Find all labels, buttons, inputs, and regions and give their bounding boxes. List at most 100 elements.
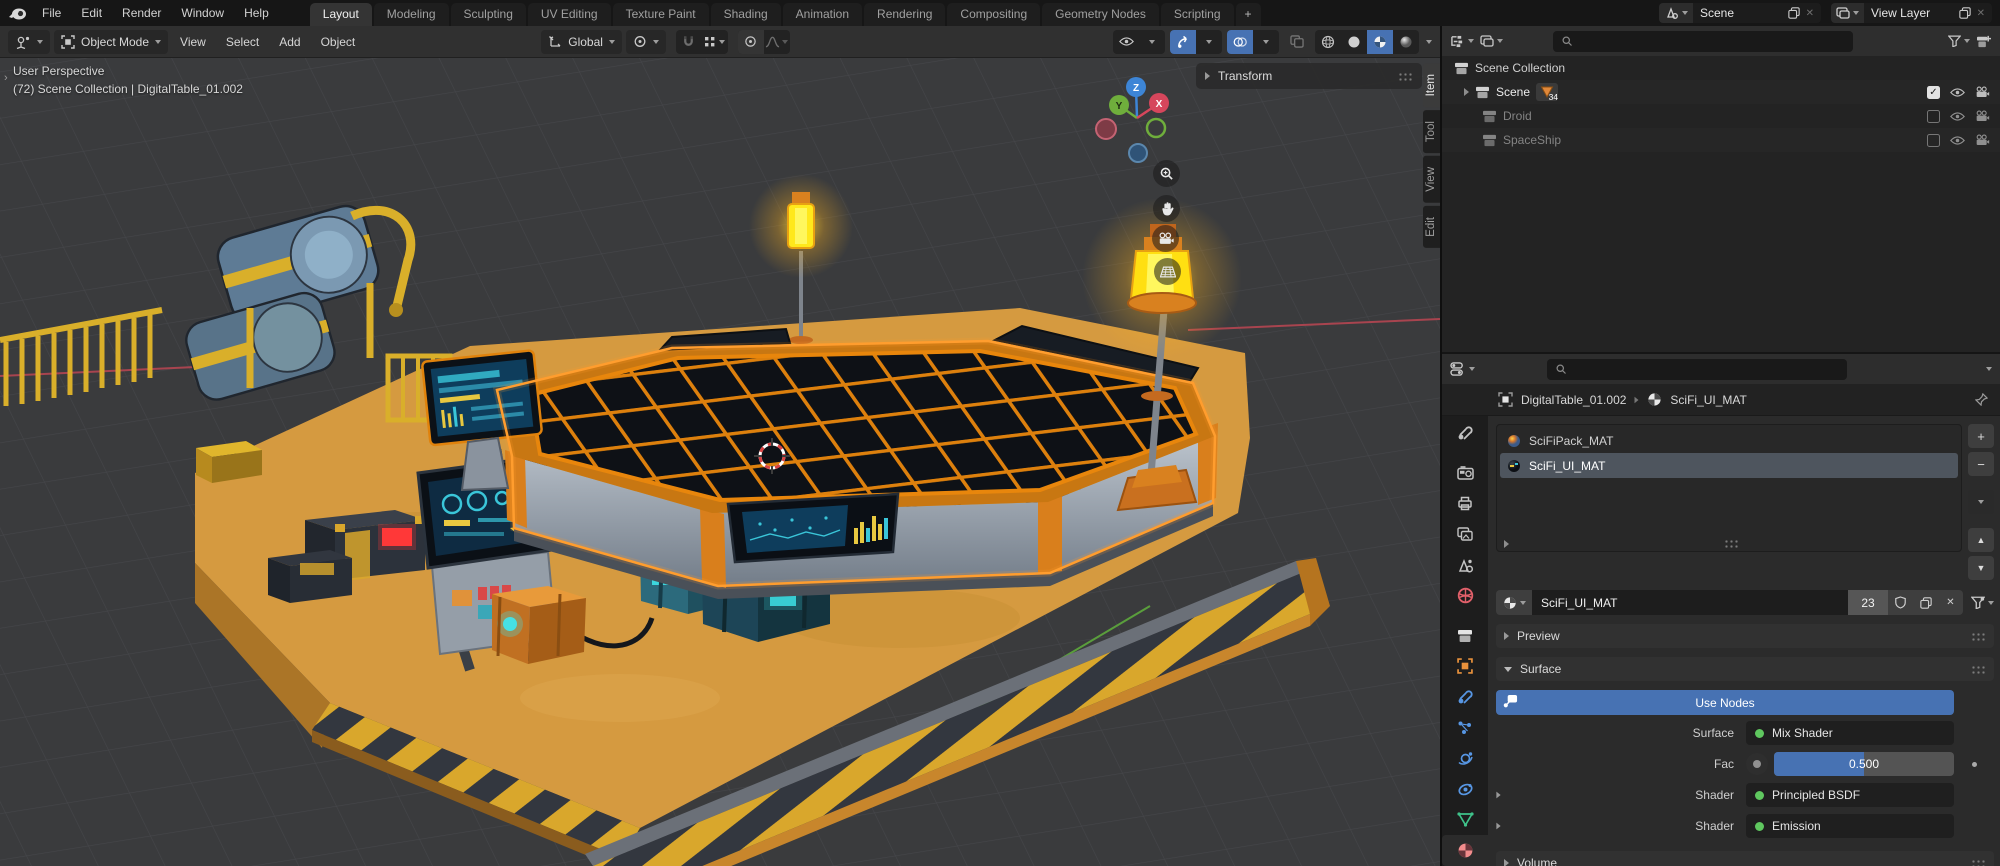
- proportional-editing-toggle[interactable]: [738, 30, 764, 54]
- animate-decorator[interactable]: [1954, 762, 1994, 767]
- chevron-down-icon[interactable]: [1253, 30, 1279, 54]
- selectability-checkbox[interactable]: [1927, 134, 1940, 147]
- expand-icon[interactable]: [1504, 540, 1509, 548]
- tab-tool[interactable]: [1442, 418, 1488, 449]
- pin-icon[interactable]: [1975, 393, 1988, 406]
- tab-shading[interactable]: Shading: [711, 3, 781, 26]
- drag-dots-icon[interactable]: [1724, 539, 1739, 548]
- selectability-checkbox[interactable]: [1927, 110, 1940, 123]
- expand-icon[interactable]: [1496, 823, 1500, 830]
- tab-collection[interactable]: [1442, 620, 1488, 651]
- snap-settings-button[interactable]: [702, 30, 728, 54]
- remove-slot-button[interactable]: −: [1968, 452, 1994, 476]
- scene-name-field[interactable]: Scene ✕: [1693, 3, 1821, 23]
- tab-rendering[interactable]: Rendering: [864, 3, 945, 26]
- render-visibility-camera-icon[interactable]: [1975, 86, 1990, 98]
- hide-eye-icon[interactable]: [1950, 135, 1965, 146]
- render-visibility-camera-icon[interactable]: [1975, 110, 1990, 122]
- menu-window[interactable]: Window: [172, 4, 233, 22]
- tab-animation[interactable]: Animation: [783, 3, 862, 26]
- show-gizmo-toggle[interactable]: [1170, 30, 1196, 54]
- material-users-count[interactable]: 23: [1848, 590, 1888, 615]
- tab-material[interactable]: [1442, 835, 1488, 866]
- new-collection-button[interactable]: [1976, 34, 1992, 48]
- tab-output[interactable]: [1442, 488, 1488, 519]
- sidebar-tab-tool[interactable]: Tool: [1423, 110, 1440, 153]
- tab-scripting[interactable]: Scripting: [1161, 3, 1234, 26]
- menu-help[interactable]: Help: [235, 4, 278, 22]
- fac-slider[interactable]: 0.500: [1774, 752, 1954, 776]
- breadcrumb-object[interactable]: DigitalTable_01.002: [1521, 393, 1626, 407]
- properties-search-input[interactable]: [1547, 359, 1847, 380]
- move-slot-up-button[interactable]: ▲: [1968, 528, 1994, 552]
- menu-edit[interactable]: Edit: [72, 4, 111, 22]
- tab-world[interactable]: [1442, 581, 1488, 612]
- tab-scene[interactable]: [1442, 550, 1488, 581]
- unlink-material-icon[interactable]: ✕: [1938, 590, 1963, 615]
- outliner-filter-mode-button[interactable]: [1480, 35, 1503, 47]
- view-layer-browse-button[interactable]: [1831, 3, 1864, 23]
- pan-hand-button[interactable]: [1153, 195, 1180, 222]
- material-name-input[interactable]: SciFi_UI_MAT: [1532, 590, 1848, 615]
- render-visibility-camera-icon[interactable]: [1975, 134, 1990, 146]
- fake-user-shield-icon[interactable]: [1888, 590, 1913, 615]
- scene-browse-button[interactable]: [1659, 3, 1693, 23]
- material-filter-button[interactable]: [1971, 596, 1994, 609]
- outliner-filter-button[interactable]: [1948, 35, 1970, 47]
- zoom-button[interactable]: [1153, 160, 1180, 187]
- surface-shader-field[interactable]: Mix Shader: [1746, 721, 1954, 745]
- transform-orientation-selector[interactable]: Global: [541, 30, 622, 54]
- tab-uv-editing[interactable]: UV Editing: [528, 3, 611, 26]
- shader1-field[interactable]: Principled BSDF: [1746, 783, 1954, 807]
- menu-view[interactable]: View: [172, 32, 214, 52]
- copy-material-icon[interactable]: [1913, 590, 1938, 615]
- tab-physics[interactable]: [1442, 743, 1488, 774]
- properties-editor-type-button[interactable]: [1450, 362, 1475, 376]
- object-visibility-button[interactable]: [1113, 30, 1139, 54]
- surface-panel-header[interactable]: Surface: [1496, 657, 1994, 681]
- tab-view-layer[interactable]: [1442, 519, 1488, 550]
- tab-layout[interactable]: Layout: [310, 3, 372, 26]
- proportional-falloff-button[interactable]: [764, 30, 790, 54]
- outliner-search-input[interactable]: [1553, 31, 1853, 52]
- volume-panel-header[interactable]: Volume: [1496, 851, 1994, 866]
- selectability-checkbox[interactable]: ✓: [1927, 86, 1940, 99]
- perspective-toggle-button[interactable]: [1154, 258, 1181, 285]
- mode-selector[interactable]: Object Mode: [54, 30, 168, 54]
- shading-material-button[interactable]: [1367, 30, 1393, 54]
- tab-geometry-nodes[interactable]: Geometry Nodes: [1042, 3, 1159, 26]
- editor-type-button[interactable]: [8, 30, 50, 54]
- properties-options-button[interactable]: [1986, 367, 1992, 371]
- expand-icon[interactable]: [1496, 792, 1500, 799]
- add-slot-button[interactable]: +: [1968, 424, 1994, 448]
- remove-view-layer-icon[interactable]: ✕: [1977, 8, 1985, 19]
- new-view-layer-icon[interactable]: [1959, 7, 1971, 19]
- tab-constraints[interactable]: [1442, 774, 1488, 805]
- snap-toggle[interactable]: [676, 30, 702, 54]
- material-slot-scifi-ui[interactable]: SciFi_UI_MAT: [1500, 453, 1958, 478]
- tab-object[interactable]: [1442, 651, 1488, 682]
- breadcrumb-material[interactable]: SciFi_UI_MAT: [1670, 393, 1746, 407]
- show-overlays-toggle[interactable]: [1227, 30, 1253, 54]
- camera-view-button[interactable]: [1152, 225, 1179, 252]
- xray-toggle[interactable]: [1284, 30, 1310, 54]
- preview-panel-header[interactable]: Preview: [1496, 624, 1994, 648]
- slot-specials-button[interactable]: [1968, 490, 1994, 514]
- use-nodes-button[interactable]: Use Nodes: [1496, 690, 1954, 715]
- orange-crate[interactable]: [492, 586, 586, 664]
- shading-wireframe-button[interactable]: [1315, 30, 1341, 54]
- 3d-viewport[interactable]: User Perspective (72) Scene Collection |…: [0, 58, 1440, 866]
- chevron-down-icon[interactable]: [1426, 40, 1432, 44]
- tab-modeling[interactable]: Modeling: [374, 3, 449, 26]
- blender-logo-icon[interactable]: [8, 7, 27, 20]
- add-workspace-button[interactable]: +: [1236, 3, 1261, 26]
- shader2-field[interactable]: Emission: [1746, 814, 1954, 838]
- outliner-row-scene-collection[interactable]: Scene Collection: [1442, 56, 2000, 80]
- expand-icon[interactable]: [1464, 88, 1469, 96]
- menu-render[interactable]: Render: [113, 4, 170, 22]
- viewport-scene[interactable]: [0, 58, 1440, 866]
- chevron-down-icon[interactable]: [1196, 30, 1222, 54]
- drag-dots-icon[interactable]: [1971, 859, 1986, 866]
- menu-file[interactable]: File: [33, 4, 70, 22]
- chevron-down-icon[interactable]: [1139, 30, 1165, 54]
